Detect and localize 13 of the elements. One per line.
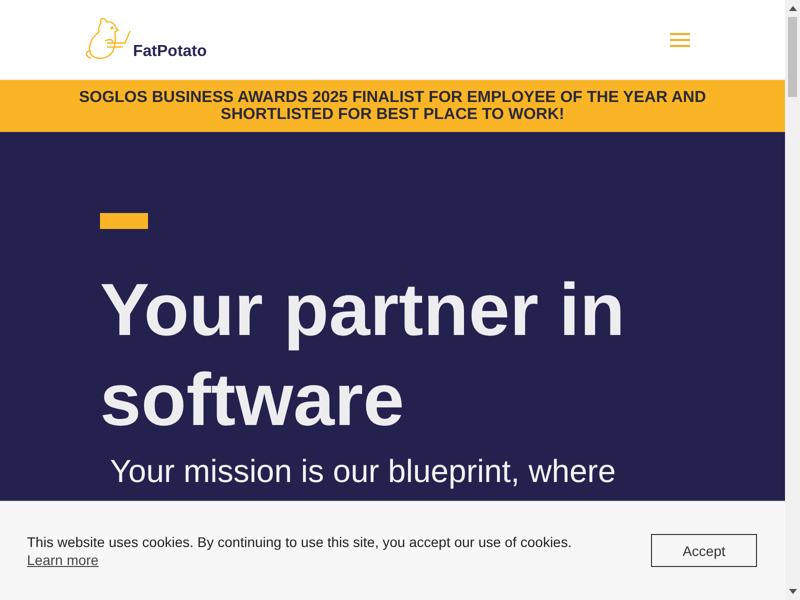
accept-button[interactable]: Accept [651,534,757,567]
menu-icon[interactable] [670,32,690,46]
cookie-message: This website uses cookies. By continuing to use this site, you accept our use of cookies. [27,532,572,550]
scroll-up-icon[interactable] [788,6,796,11]
accent-bar [100,213,148,229]
learn-more-link[interactable]: Learn more [27,550,99,568]
scroll-down-icon[interactable] [788,589,796,594]
hero-paragraph: Your mission is our blueprint, where [110,453,617,489]
hero-heading: Your partner in software [100,267,626,443]
scrollbar-thumb[interactable] [788,17,797,97]
banner-text: SOGLOS BUSINESS AWARDS 2025 FINALIST FOR EMPLOYEE OF THE YEAR AND SHORTLISTED FOR BEST PLACE TO WORK! [78,89,708,123]
scrollbar[interactable] [785,0,800,600]
logo-text[interactable]: FatPotato [133,44,207,60]
